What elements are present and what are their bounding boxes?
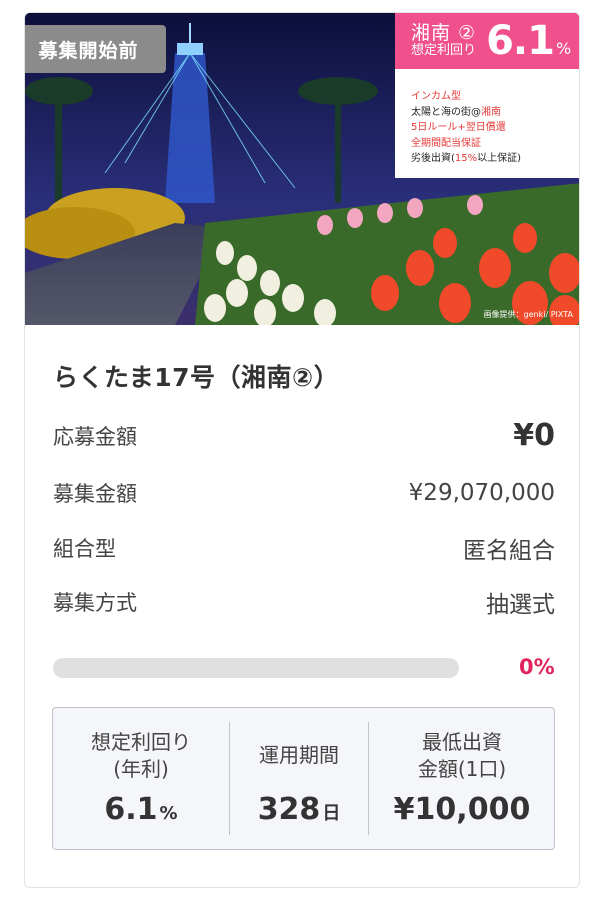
stat-minimum: 最低出資 金額(1口) ¥10,000	[369, 708, 555, 849]
overlay-rate: 6.1	[486, 18, 555, 64]
yield-overlay-header: 湘南 ② 想定利回り 6.1 %	[395, 13, 579, 69]
hero-image[interactable]: 募集開始前 湘南 ② 想定利回り 6.1 % インカム型 太陽と海の街@湘南 5…	[25, 13, 579, 325]
stat-yield-label: 想定利回り	[91, 730, 191, 754]
stat-yield-unit: %	[159, 803, 178, 824]
stat-yield: 想定利回り (年利) 6.1%	[53, 708, 229, 849]
overlay-feature-rule: 5日ルール+翌日償還	[411, 122, 506, 133]
row-recruit-method: 募集方式 抽選式	[53, 585, 555, 619]
yield-overlay-features: インカム型 太陽と海の街@湘南 5日ルール+翌日償還 全期間配当保証 劣後出資(…	[395, 69, 579, 178]
stat-yield-value: 6.1	[104, 792, 158, 827]
overlay-rate-unit: %	[555, 38, 572, 58]
yield-overlay: 湘南 ② 想定利回り 6.1 % インカム型 太陽と海の街@湘南 5日ルール+翌…	[395, 13, 579, 178]
overlay-yield-label: 想定利回り	[411, 43, 477, 59]
recruit-method-label: 募集方式	[53, 591, 137, 615]
row-target-amount: 募集金額 ¥29,070,000	[53, 478, 555, 508]
progress-percent: 0%	[519, 655, 555, 679]
stat-minimum-value: ¥10,000	[393, 792, 531, 827]
stat-minimum-label: 最低出資	[422, 730, 502, 754]
target-amount-value: ¥29,070,000	[408, 480, 555, 506]
partnership-type-label: 組合型	[53, 537, 116, 561]
applied-amount-label: 応募金額	[53, 424, 137, 449]
stat-minimum-sublabel: 金額(1口)	[417, 757, 507, 781]
status-badge: 募集開始前	[25, 25, 166, 73]
overlay-area: 湘南 ②	[411, 21, 477, 44]
progress-bar	[53, 658, 459, 678]
stat-yield-sublabel: (年利)	[113, 757, 169, 781]
overlay-feature-type: インカム型	[411, 91, 461, 102]
stat-period-unit: 日	[322, 803, 341, 824]
row-applied-amount: 応募金額 ¥0	[53, 418, 555, 453]
image-credit: 画像提供：genki/ PIXTA	[483, 310, 573, 319]
applied-amount-value: ¥0	[513, 418, 555, 453]
row-partnership-type: 組合型 匿名組合	[53, 531, 555, 565]
project-card[interactable]: 募集開始前 湘南 ② 想定利回り 6.1 % インカム型 太陽と海の街@湘南 5…	[24, 12, 580, 888]
partnership-type-value: 匿名組合	[463, 538, 555, 564]
target-amount-label: 募集金額	[53, 482, 137, 506]
stat-period: 運用期間 328 日	[230, 708, 368, 849]
overlay-feature-subordinate: 劣後出資(15%以上保証)	[411, 153, 522, 164]
project-title[interactable]: らくたま17号（湘南②）	[53, 358, 339, 394]
overlay-feature-guarantee: 全期間配当保証	[411, 137, 481, 149]
stat-period-value: 328	[257, 792, 321, 827]
stat-period-label: 運用期間	[259, 743, 339, 767]
recruit-method-value: 抽選式	[486, 592, 555, 618]
stats-box: 想定利回り (年利) 6.1% 運用期間 328 日 最低出資 金額(1口) ¥1…	[52, 707, 555, 850]
overlay-feature-city: 太陽と海の街@湘南	[411, 106, 501, 118]
